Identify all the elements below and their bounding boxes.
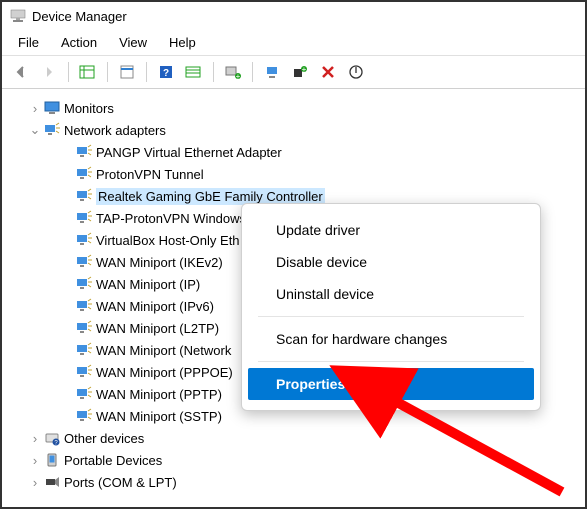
uninstall-device-button[interactable] (315, 60, 341, 84)
titlebar: Device Manager (2, 2, 585, 30)
category-label: Other devices (64, 431, 144, 446)
svg-text:+: + (236, 72, 241, 80)
back-button[interactable] (8, 60, 34, 84)
device-manager-icon (10, 8, 26, 24)
chevron-right-icon[interactable]: › (28, 453, 42, 467)
device-label: TAP-ProtonVPN Windows (96, 211, 246, 226)
svg-text:+: + (302, 65, 307, 74)
svg-text:?: ? (163, 68, 169, 79)
device-label: WAN Miniport (IKEv2) (96, 255, 223, 270)
disable-device-button[interactable] (343, 60, 369, 84)
network-adapter-icon (76, 166, 92, 182)
tree-category-other[interactable]: › ? Other devices (6, 427, 581, 449)
toolbar-separator (252, 62, 253, 82)
ctx-uninstall-device[interactable]: Uninstall device (248, 278, 534, 310)
network-adapter-icon (76, 386, 92, 402)
network-adapter-icon (76, 276, 92, 292)
context-menu: Update driver Disable device Uninstall d… (241, 203, 541, 411)
toolbar-separator (68, 62, 69, 82)
enable-device-button[interactable] (259, 60, 285, 84)
update-driver-button[interactable]: + (287, 60, 313, 84)
menubar: File Action View Help (2, 30, 585, 56)
context-menu-separator (258, 361, 524, 362)
device-label: WAN Miniport (IP) (96, 277, 200, 292)
device-label: ProtonVPN Tunnel (96, 167, 204, 182)
device-label: WAN Miniport (Network (96, 343, 231, 358)
action-list-button[interactable] (181, 60, 207, 84)
network-adapter-icon (76, 254, 92, 270)
network-adapter-icon (76, 298, 92, 314)
network-adapter-icon (76, 408, 92, 424)
ctx-scan-hardware[interactable]: Scan for hardware changes (248, 323, 534, 355)
device-label: VirtualBox Host-Only Eth (96, 233, 240, 248)
toolbar-separator (213, 62, 214, 82)
ctx-properties[interactable]: Properties (248, 368, 534, 400)
network-adapter-icon (76, 232, 92, 248)
toolbar-separator (107, 62, 108, 82)
network-adapter-icon (44, 122, 60, 138)
device-label: WAN Miniport (PPTP) (96, 387, 222, 402)
ports-icon (44, 474, 60, 490)
network-adapter-icon (76, 342, 92, 358)
device-label: Realtek Gaming GbE Family Controller (96, 188, 325, 205)
toolbar: ? + + (2, 56, 585, 89)
chevron-down-icon[interactable]: ⌄ (28, 123, 42, 137)
chevron-right-icon[interactable]: › (28, 475, 42, 489)
category-label: Ports (COM & LPT) (64, 475, 177, 490)
category-label: Monitors (64, 101, 114, 116)
show-hidden-button[interactable] (75, 60, 101, 84)
tree-category-monitors[interactable]: › Monitors (6, 97, 581, 119)
properties-button[interactable] (114, 60, 140, 84)
category-label: Network adapters (64, 123, 166, 138)
network-adapter-icon (76, 188, 92, 204)
ctx-update-driver[interactable]: Update driver (248, 214, 534, 246)
menu-file[interactable]: File (8, 32, 49, 53)
device-label: WAN Miniport (IPv6) (96, 299, 214, 314)
help-button[interactable]: ? (153, 60, 179, 84)
portable-devices-icon (44, 452, 60, 468)
device-label: WAN Miniport (SSTP) (96, 409, 222, 424)
network-adapter-icon (76, 144, 92, 160)
scan-hardware-button[interactable]: + (220, 60, 246, 84)
device-label: WAN Miniport (PPPOE) (96, 365, 233, 380)
tree-category-portable[interactable]: › Portable Devices (6, 449, 581, 471)
tree-item-network-adapter[interactable]: ProtonVPN Tunnel (6, 163, 581, 185)
network-adapter-icon (76, 210, 92, 226)
network-adapter-icon (76, 320, 92, 336)
ctx-disable-device[interactable]: Disable device (248, 246, 534, 278)
window-title: Device Manager (32, 9, 127, 24)
monitor-icon (44, 100, 60, 116)
other-devices-icon: ? (44, 430, 60, 446)
context-menu-separator (258, 316, 524, 317)
menu-action[interactable]: Action (51, 32, 107, 53)
chevron-right-icon[interactable]: › (28, 431, 42, 445)
forward-button[interactable] (36, 60, 62, 84)
menu-help[interactable]: Help (159, 32, 206, 53)
chevron-right-icon[interactable]: › (28, 101, 42, 115)
tree-item-network-adapter[interactable]: PANGP Virtual Ethernet Adapter (6, 141, 581, 163)
category-label: Portable Devices (64, 453, 162, 468)
toolbar-separator (146, 62, 147, 82)
menu-view[interactable]: View (109, 32, 157, 53)
tree-category-network[interactable]: ⌄ Network adapters (6, 119, 581, 141)
network-adapter-icon (76, 364, 92, 380)
device-label: WAN Miniport (L2TP) (96, 321, 219, 336)
device-label: PANGP Virtual Ethernet Adapter (96, 145, 282, 160)
tree-category-ports[interactable]: › Ports (COM & LPT) (6, 471, 581, 493)
